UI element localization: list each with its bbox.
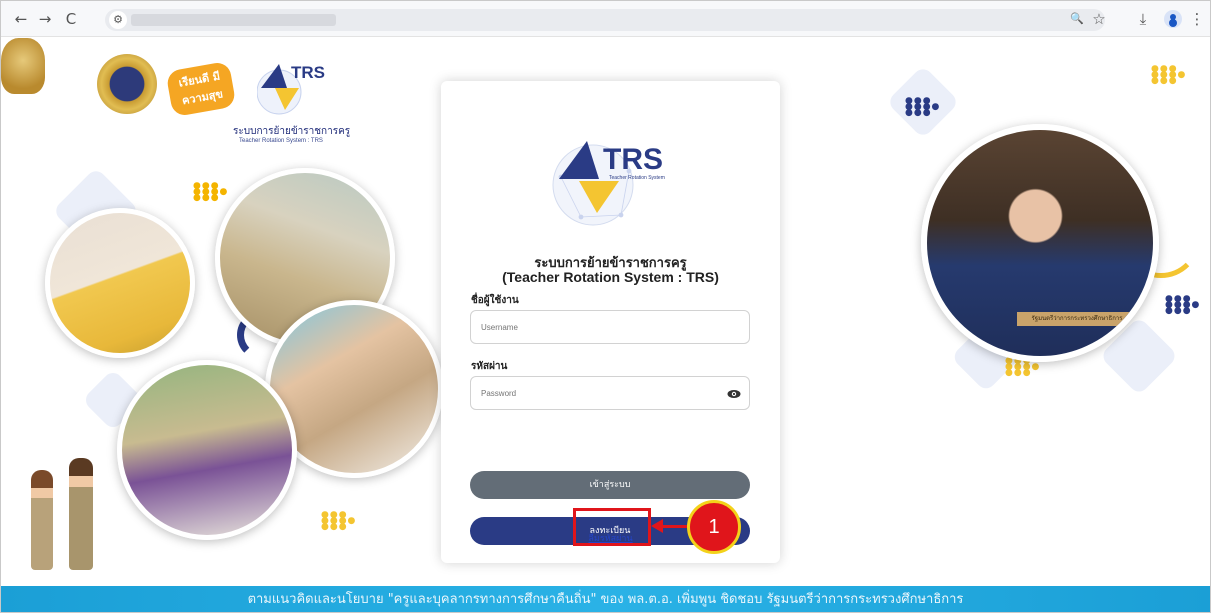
minister-portrait-photo: รัฐมนตรีว่าการกระทรวงศึกษาธิการ	[921, 124, 1159, 362]
username-label: ชื่อผู้ใช้งาน	[471, 295, 519, 306]
back-icon[interactable]: ←	[11, 9, 31, 29]
password-input[interactable]	[470, 376, 750, 410]
address-bar[interactable]: ⚙	[105, 9, 1105, 31]
password-label: รหัสผ่าน	[471, 361, 508, 372]
forward-icon[interactable]: →	[35, 9, 55, 29]
decor-dots-icon: ●●● ●●●● ●●●	[1151, 64, 1187, 86]
decor-dots-icon: ●●● ●●●● ●●●	[321, 510, 357, 532]
login-title-en: (Teacher Rotation System : TRS)	[502, 269, 719, 285]
teacher-teaching-photo	[117, 360, 297, 540]
username-input[interactable]	[470, 310, 750, 344]
svg-text:Teacher Rotation System: Teacher Rotation System	[609, 175, 665, 181]
site-settings-icon[interactable]: ⚙	[109, 11, 127, 29]
forgot-password-highlight	[573, 508, 651, 546]
trs-logo: TRS Teacher Rotation System	[552, 141, 665, 226]
reload-icon[interactable]: C	[61, 9, 81, 29]
login-card: TRS Teacher Rotation System ระบบการย้ายข…	[441, 81, 780, 563]
nameplate: รัฐมนตรีว่าการกระทรวงศึกษาธิการ	[1017, 312, 1137, 326]
page-background: ●●● ●●●● ●●● ●●● ●●●● ●●● ●●● ●●●● ●●● ●●● ●●●●…	[1, 38, 1210, 586]
decor-dots-icon: ●●● ●●●● ●●●	[193, 181, 229, 203]
url-text-blurred	[131, 14, 336, 26]
browser-window: ← → C ⚙ 🔍 ☆ ⤓ ⋮ ●●● ●●●● ●●● ●●● ●●●● ●●● ●●…	[0, 0, 1211, 613]
system-name-th: ระบบการย้ายข้าราชการครู	[233, 126, 351, 137]
bookmark-star-icon[interactable]: ☆	[1089, 9, 1109, 29]
login-button[interactable]: เข้าสู่ระบบ	[470, 471, 750, 499]
svg-text:TRS: TRS	[603, 143, 663, 176]
happy-learning-logo: เรียนดี มีความสุข	[165, 60, 237, 118]
profile-avatar-icon[interactable]	[1164, 10, 1182, 28]
ministry-emblem-logo	[1, 38, 45, 94]
decor-dots-icon: ●●● ●●●● ●●●	[905, 96, 941, 118]
browser-menu-icon[interactable]: ⋮	[1187, 9, 1207, 29]
teacher-classroom-photo	[45, 208, 195, 358]
obec-emblem-logo	[97, 54, 157, 114]
trs-small-logo: TRS	[257, 63, 325, 115]
policy-banner: ตามแนวคิดและนโยบาย "ครูและบุคลากรทางการศ…	[1, 586, 1210, 612]
teacher-figure-female	[31, 470, 53, 570]
decor-dots-icon: ●●● ●●●● ●●●	[1165, 294, 1201, 316]
svg-text:TRS: TRS	[291, 63, 325, 82]
step-number-badge: 1	[687, 500, 741, 554]
annotation-arrow-head	[651, 519, 663, 533]
show-password-icon[interactable]	[727, 387, 741, 401]
system-name-en: Teacher Rotation System : TRS	[239, 138, 323, 144]
annotation-arrow-line	[661, 525, 689, 528]
teacher-figure-male	[69, 458, 93, 570]
zoom-icon[interactable]: 🔍	[1067, 9, 1087, 29]
download-icon[interactable]: ⤓	[1133, 9, 1153, 29]
browser-toolbar: ← → C ⚙ 🔍 ☆ ⤓ ⋮	[1, 1, 1210, 37]
